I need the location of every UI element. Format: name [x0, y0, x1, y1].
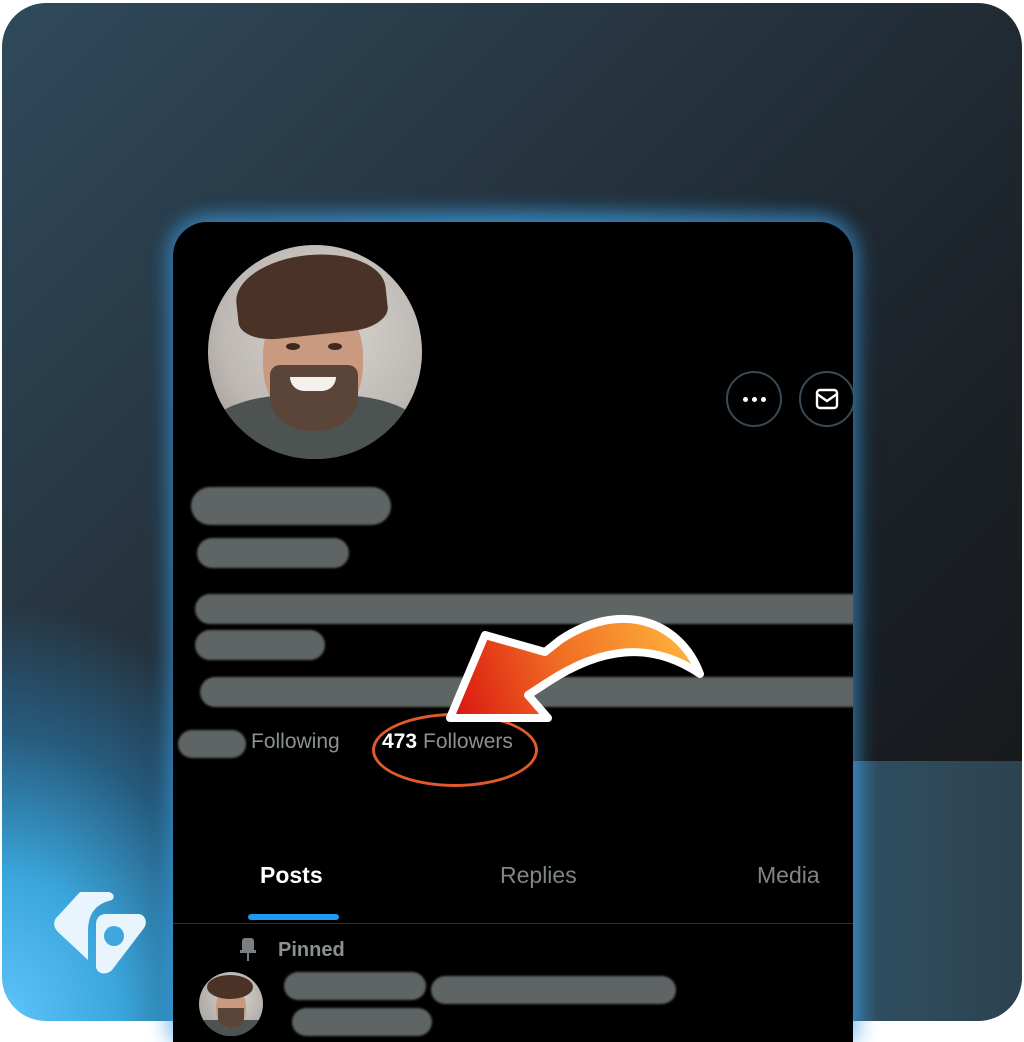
- redacted-display-name: [191, 487, 391, 525]
- redacted-username: [197, 538, 349, 568]
- pin-icon: [240, 938, 256, 962]
- active-tab-indicator: [248, 914, 339, 920]
- brand-logo-icon: [54, 892, 146, 974]
- tab-posts[interactable]: Posts: [260, 862, 323, 889]
- post-author-avatar[interactable]: [199, 972, 263, 1036]
- pinned-label-row: Pinned: [240, 938, 345, 962]
- pinned-label: Pinned: [278, 938, 345, 961]
- tabs-divider: [173, 923, 853, 924]
- background-gradient-right: [842, 761, 1022, 1021]
- more-horizontal-icon: [742, 396, 766, 402]
- following-label: Following: [251, 730, 340, 753]
- redacted-bio-line-3: [200, 677, 853, 707]
- redacted-post-author-handle: [431, 976, 676, 1004]
- redacted-bio-line-2: [195, 630, 325, 660]
- profile-screen: Following 473 Followers Posts Replies Med…: [173, 222, 853, 1042]
- following-link[interactable]: Following: [251, 730, 340, 754]
- redacted-post-text: [292, 1008, 432, 1036]
- highlight-circle: [372, 713, 538, 787]
- redacted-post-author-name: [284, 972, 426, 1000]
- redacted-following-count: [178, 730, 246, 758]
- redacted-bio-line-1: [195, 594, 853, 624]
- more-options-button[interactable]: [726, 371, 782, 427]
- message-button[interactable]: [799, 371, 853, 427]
- tab-replies[interactable]: Replies: [500, 862, 577, 889]
- tab-media[interactable]: Media: [757, 862, 820, 889]
- mail-icon: [815, 388, 839, 410]
- profile-avatar[interactable]: [208, 245, 422, 459]
